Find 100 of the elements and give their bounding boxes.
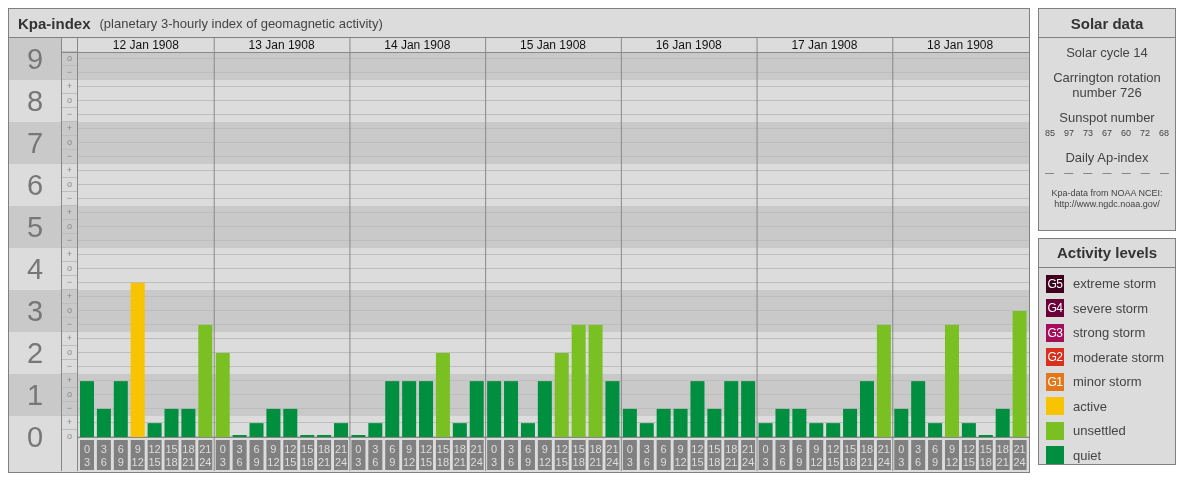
sunspot-title: Sunspot number bbox=[1059, 110, 1155, 125]
ap-index-value: — bbox=[1064, 168, 1074, 178]
time-slot-label: 15 18 bbox=[300, 440, 315, 470]
scale-label: 1 bbox=[26, 379, 44, 411]
time-slot-label: 15 18 bbox=[978, 440, 993, 470]
time-slot-label: 9 12 bbox=[130, 440, 145, 470]
time-slot-label: 9 12 bbox=[945, 440, 959, 470]
minor-tick-label: − bbox=[66, 277, 73, 287]
level-swatch: G5 bbox=[1046, 274, 1064, 293]
scale-label: 0 bbox=[26, 421, 44, 453]
time-slot-label: 21 24 bbox=[1012, 440, 1027, 470]
level-swatch: G4 bbox=[1046, 299, 1064, 317]
time-slot-label: 0 3 bbox=[80, 440, 94, 470]
time-slot-label: 18 21 bbox=[724, 440, 739, 470]
time-slot-label: 0 3 bbox=[758, 440, 773, 470]
time-slot-label: 3 6 bbox=[639, 440, 654, 470]
date-label: 13 Jan 1908 bbox=[248, 38, 315, 52]
minor-tick-label: o bbox=[67, 95, 72, 105]
minor-tick-label: + bbox=[66, 291, 73, 301]
minor-tick-label: + bbox=[66, 165, 73, 175]
ap-index-title: Daily Ap-index bbox=[1065, 150, 1149, 165]
date-label: 18 Jan 1908 bbox=[927, 38, 994, 52]
time-slot-label: 15 18 bbox=[571, 440, 586, 470]
level-swatch: G1 bbox=[1046, 372, 1064, 391]
time-slot-label: 6 9 bbox=[928, 440, 943, 470]
minor-tick-label: + bbox=[66, 123, 73, 133]
time-slot-label: 18 21 bbox=[452, 440, 467, 470]
time-slot-label: 18 21 bbox=[181, 440, 196, 470]
ap-index-value: — bbox=[1121, 168, 1131, 178]
level-label: severe storm bbox=[1073, 300, 1149, 316]
level-label: strong storm bbox=[1073, 325, 1146, 340]
ap-index-value: — bbox=[1045, 168, 1054, 178]
date-label: 15 Jan 1908 bbox=[519, 38, 587, 52]
level-swatch: G2 bbox=[1046, 348, 1064, 366]
time-slot-label: 9 12 bbox=[402, 440, 417, 470]
time-slot-label: 21 24 bbox=[334, 440, 348, 470]
sunspot-value: 97 bbox=[1064, 128, 1074, 138]
minor-tick-label: − bbox=[66, 403, 73, 413]
level-label: active bbox=[1073, 398, 1107, 414]
minor-tick-label: o bbox=[67, 431, 72, 441]
time-slot-label: 9 12 bbox=[809, 440, 824, 470]
time-slot-label: 12 15 bbox=[283, 440, 298, 470]
time-slot-label: 6 9 bbox=[113, 440, 128, 470]
time-slot-label: 12 15 bbox=[826, 440, 841, 470]
time-slot-label: 0 3 bbox=[487, 440, 502, 470]
solar-cycle-text: Solar cycle 14 bbox=[1066, 45, 1148, 60]
sunspot-value: 85 bbox=[1045, 128, 1055, 138]
time-slot-label: 0 3 bbox=[622, 440, 637, 470]
time-slot-label: 18 21 bbox=[317, 440, 332, 470]
time-slot-label: 6 9 bbox=[792, 440, 807, 470]
scale-label: 2 bbox=[26, 337, 44, 369]
minor-tick-label: − bbox=[66, 193, 73, 203]
time-slot-label: 12 15 bbox=[554, 440, 569, 470]
time-slot-label: 12 15 bbox=[419, 440, 434, 470]
level-label: unsettled bbox=[1073, 423, 1126, 438]
time-slot-label: 18 21 bbox=[588, 440, 603, 470]
time-slot-label: 9 12 bbox=[266, 440, 281, 470]
time-slot-label: 21 24 bbox=[198, 440, 213, 470]
chart-title: Kpa-index bbox=[18, 14, 91, 32]
minor-tick-label: − bbox=[66, 361, 73, 371]
time-slot-label: 21 24 bbox=[469, 440, 484, 470]
sunspot-value: 60 bbox=[1120, 128, 1131, 138]
minor-tick-label: − bbox=[66, 67, 73, 77]
minor-tick-label: − bbox=[66, 151, 73, 161]
ap-index-value: — bbox=[1159, 168, 1169, 178]
minor-tick-label: + bbox=[66, 417, 73, 427]
sunspot-value: 73 bbox=[1082, 128, 1093, 138]
time-slot-label: 15 18 bbox=[707, 440, 722, 470]
minor-tick-label: o bbox=[67, 179, 72, 189]
minor-tick-label: − bbox=[66, 109, 73, 119]
carrington-text: Carrington rotation number 726 bbox=[1052, 70, 1162, 100]
minor-tick-label: + bbox=[66, 81, 73, 91]
scale-label: 9 bbox=[26, 43, 44, 75]
time-slot-label: 9 12 bbox=[673, 440, 688, 470]
scale-label: 6 bbox=[26, 169, 44, 201]
time-slot-label: 12 15 bbox=[961, 440, 976, 470]
scale-label: 5 bbox=[26, 211, 44, 243]
ap-index-value: — bbox=[1083, 168, 1093, 178]
scale-label: 7 bbox=[26, 127, 44, 159]
time-slot-label: 15 18 bbox=[843, 440, 858, 470]
minor-tick-label: + bbox=[66, 375, 73, 385]
time-slot-label: 6 9 bbox=[249, 440, 264, 470]
time-slot-label: 3 6 bbox=[775, 440, 790, 470]
time-slot-label: 3 6 bbox=[232, 440, 247, 470]
time-slot-label: 12 15 bbox=[690, 440, 705, 470]
chart-subtitle: (planetary 3-hourly index of geomagnetic activity) bbox=[99, 15, 383, 31]
level-swatch: G3 bbox=[1046, 323, 1064, 342]
data-source-text: Kpa-data from NOAA NCEI: http://www.ngdc.noaa.gov/ bbox=[1050, 188, 1164, 210]
panel-title: Activity levels bbox=[1039, 238, 1175, 268]
time-slot-label: 15 18 bbox=[435, 440, 450, 470]
time-slot-label: 15 18 bbox=[164, 440, 179, 470]
level-label: quiet bbox=[1073, 447, 1102, 463]
time-slot-label: 21 24 bbox=[876, 440, 891, 470]
minor-tick-label: o bbox=[67, 347, 72, 357]
time-slot-label: 18 21 bbox=[859, 440, 874, 470]
minor-tick-label: + bbox=[66, 333, 73, 343]
ap-index-value: — bbox=[1140, 168, 1150, 178]
ap-index-value: — bbox=[1102, 168, 1112, 178]
date-label: 12 Jan 1908 bbox=[112, 38, 179, 52]
time-slot-label: 21 24 bbox=[741, 440, 756, 470]
